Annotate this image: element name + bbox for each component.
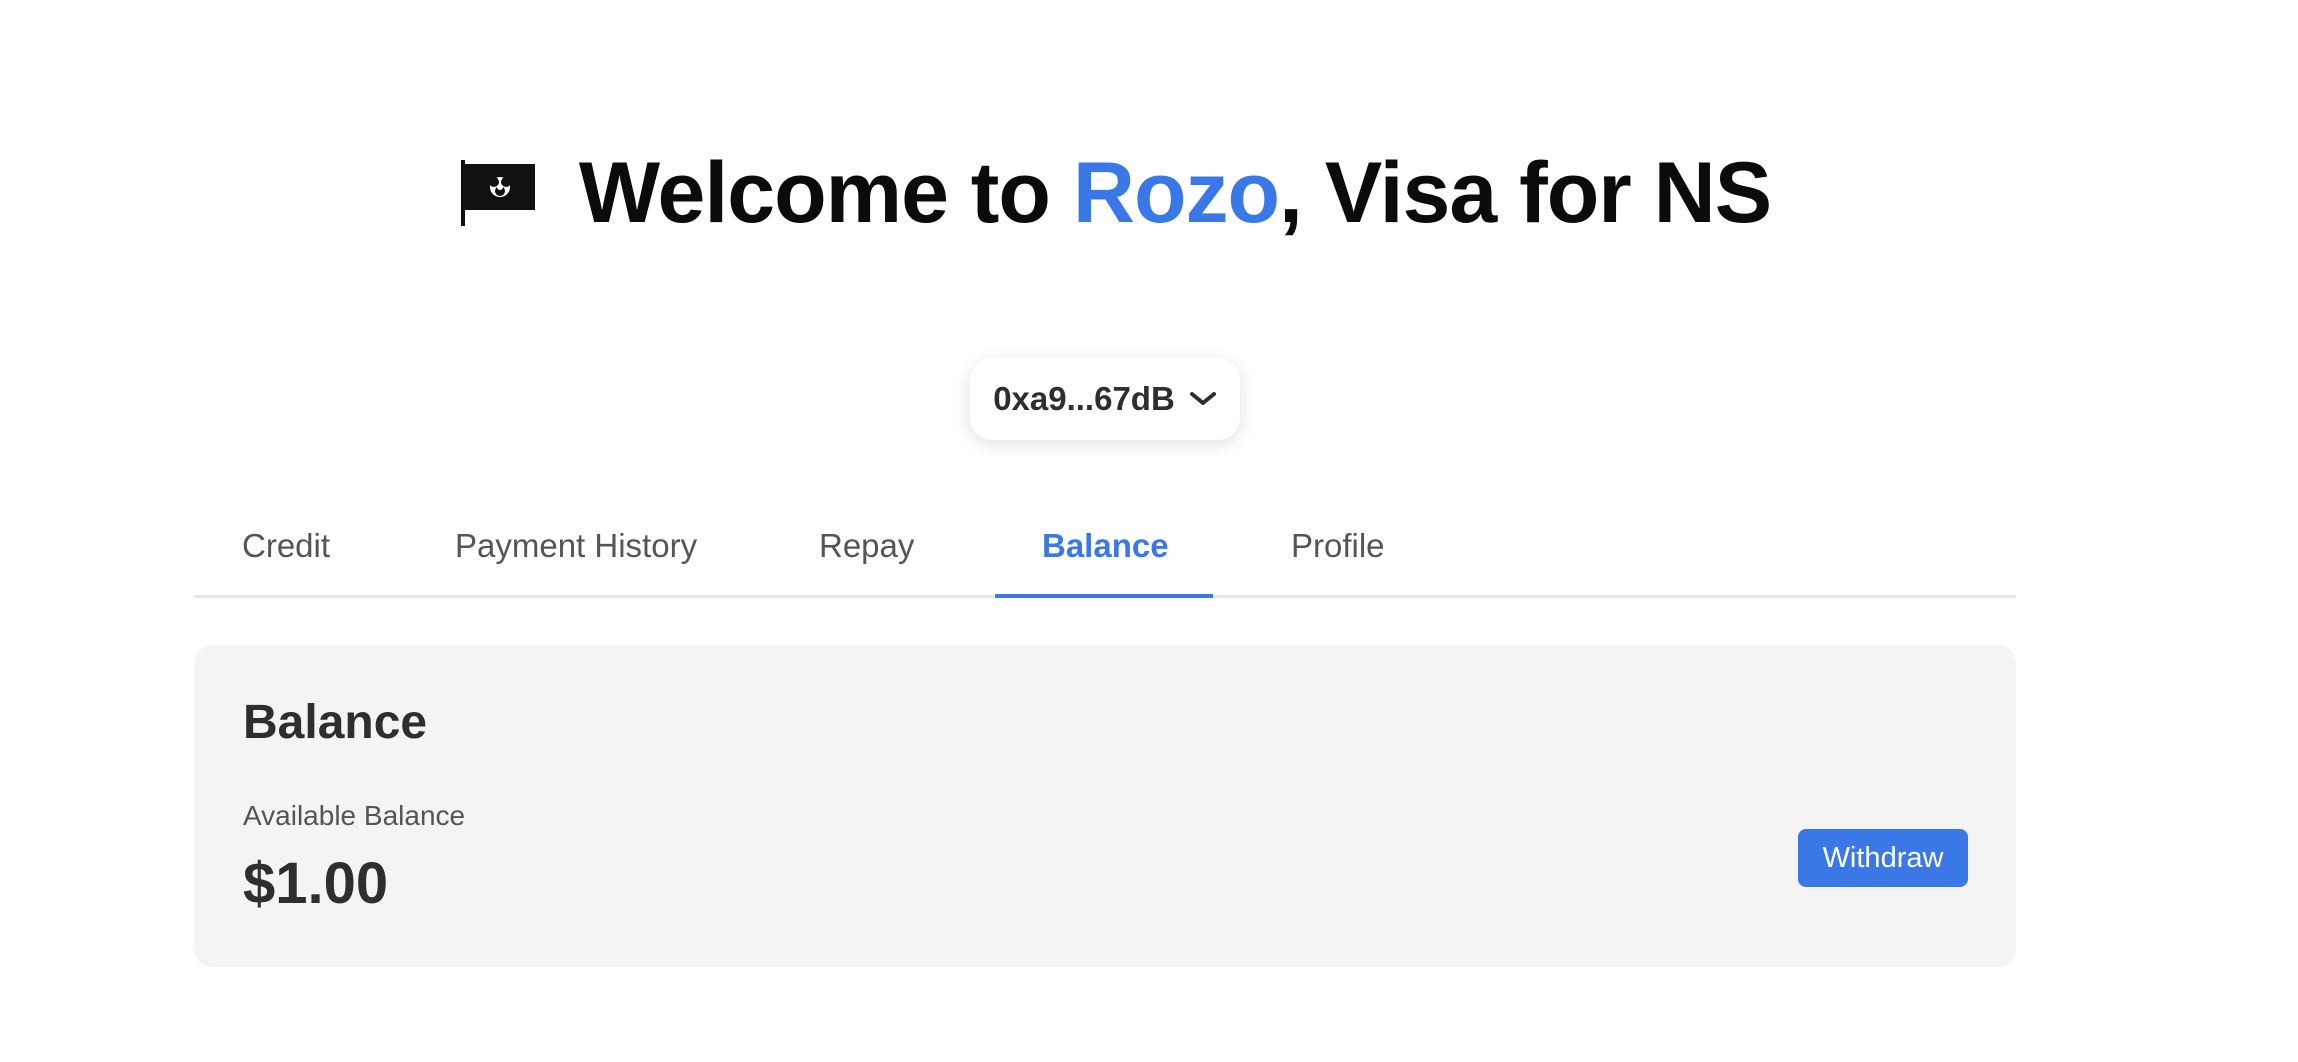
page: Welcome to Rozo, Visa for NS 0xa9...67dB… xyxy=(0,0,2298,1062)
tab-payment-history[interactable]: Payment History xyxy=(455,527,697,565)
page-title: Welcome to Rozo, Visa for NS xyxy=(579,150,1772,236)
chevron-down-icon xyxy=(1189,392,1216,405)
page-header: Welcome to Rozo, Visa for NS xyxy=(0,150,2230,236)
available-balance-label: Available Balance xyxy=(243,800,466,831)
balance-card: Balance Available Balance $1.00 Withdraw xyxy=(194,645,2016,967)
title-suffix: , Visa for NS xyxy=(1279,145,1772,241)
title-prefix: Welcome to xyxy=(578,145,1073,241)
balance-amount: $1.00 xyxy=(243,851,389,916)
withdraw-button[interactable]: Withdraw xyxy=(1798,829,1968,887)
wallet-address: 0xa9...67dB xyxy=(993,380,1175,417)
wallet-address-dropdown[interactable]: 0xa9...67dB xyxy=(970,358,1240,440)
brand-name: Rozo xyxy=(1072,145,1280,241)
tab-credit[interactable]: Credit xyxy=(242,527,330,565)
tab-repay[interactable]: Repay xyxy=(819,527,914,565)
tab-balance[interactable]: Balance xyxy=(1042,527,1169,565)
active-tab-indicator xyxy=(995,594,1213,598)
tab-bar: Credit Payment History Repay Balance Pro… xyxy=(194,505,2016,598)
tab-profile[interactable]: Profile xyxy=(1291,527,1385,565)
flag-icon xyxy=(460,160,535,226)
balance-heading: Balance xyxy=(243,696,428,749)
